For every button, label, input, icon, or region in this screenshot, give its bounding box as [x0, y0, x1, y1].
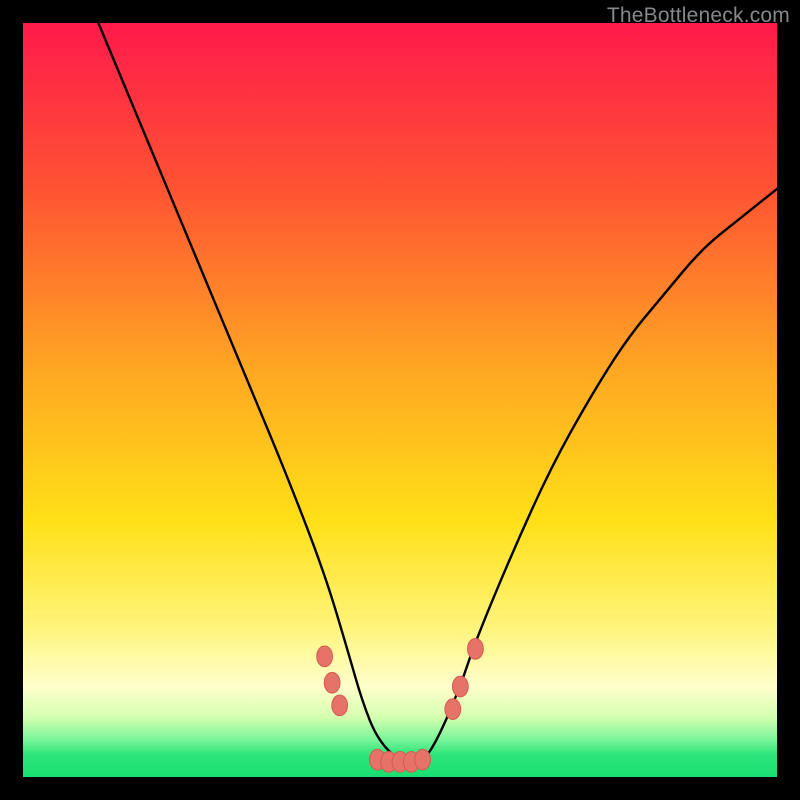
curve-marker [332, 695, 348, 716]
curve-marker [317, 646, 333, 667]
bottleneck-curve-path [98, 23, 777, 762]
curve-marker [468, 638, 484, 659]
chart-plot-area [23, 23, 777, 777]
curve-markers [317, 638, 484, 772]
curve-marker [452, 676, 468, 697]
bottleneck-curve-svg [23, 23, 777, 777]
curve-marker [415, 749, 431, 770]
watermark-label: TheBottleneck.com [607, 4, 790, 28]
curve-marker [445, 699, 461, 720]
curve-marker [324, 672, 340, 693]
chart-stage: TheBottleneck.com [0, 0, 800, 800]
